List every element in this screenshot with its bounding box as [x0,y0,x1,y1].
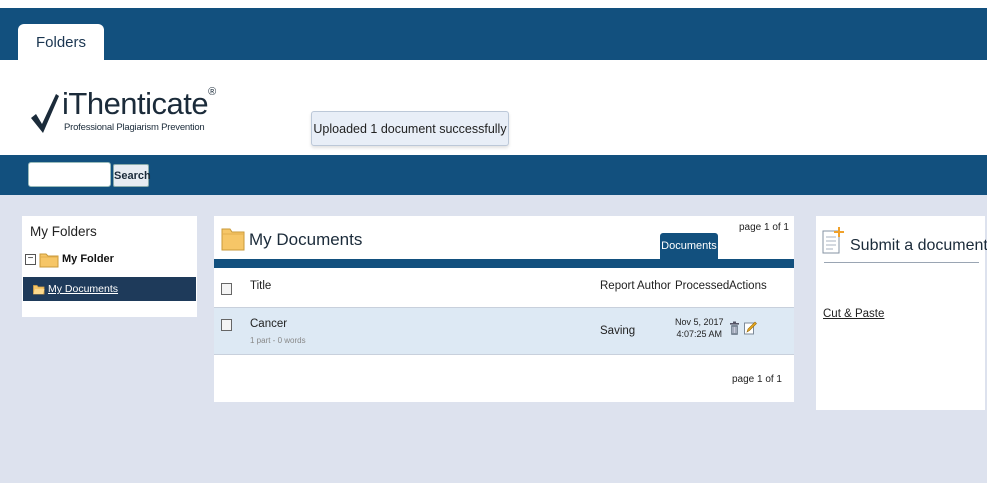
column-author[interactable]: Author [637,280,671,292]
submit-title: Submit a document [850,237,987,254]
tree-item-my-documents[interactable]: My Documents [23,277,196,301]
column-title[interactable]: Title [250,280,271,292]
submit-panel: Submit a document Cut & Paste [816,216,987,410]
document-title[interactable]: Cancer [250,318,287,330]
tree-item-my-folder[interactable]: − My Folder [25,249,114,269]
brand-tagline: Professional Plagiarism Prevention [64,122,205,133]
search-button[interactable]: Search [113,164,151,187]
tree-item-label: My Documents [48,283,119,295]
folders-panel: My Folders − My Folder My Documents [22,216,197,317]
upload-success-notice: Uploaded 1 document successfully [311,111,509,146]
checkmark-logo-icon [31,94,59,133]
processed-time: 4:07:25 AM [676,329,723,339]
folder-icon [221,228,245,251]
tab-folders[interactable]: Folders [18,24,104,61]
table-header: Title Report Author Processed Actions [214,268,794,308]
folders-title: My Folders [30,224,97,239]
pagination-top: page 1 of 1 [738,222,789,233]
column-processed[interactable]: Processed [675,280,729,292]
row-checkbox[interactable] [221,319,232,331]
folder-icon [39,253,59,267]
trash-icon[interactable] [729,321,740,336]
table-row: Cancer 1 part - 0 words Saving Nov 5, 20… [214,308,794,355]
divider [824,262,979,263]
search-bar: Search [0,155,987,195]
ithenticate-logo[interactable]: iThenticate® Professional Plagiarism Pre… [30,86,216,136]
open-folder-icon [33,284,45,294]
new-document-icon [822,227,844,254]
nav-bar [0,8,987,60]
collapse-toggle-icon[interactable]: − [25,253,36,265]
processed-date: Nov 5, 2017 [675,317,724,327]
column-actions: Actions [729,280,767,292]
pagination-bottom: page 1 of 1 [731,374,782,385]
header-rule [214,259,794,268]
document-processed: Nov 5, 2017 4:07:25 AM [675,316,724,340]
document-report-status: Saving [600,325,636,337]
select-all-checkbox[interactable] [221,283,232,295]
tree-item-label: My Folder [62,253,114,265]
brand-name: iThenticate® [62,86,216,121]
document-meta: 1 part - 0 words [250,336,306,345]
cut-paste-link[interactable]: Cut & Paste [823,308,884,320]
page-title: My Documents [249,230,363,249]
edit-icon[interactable] [744,321,757,335]
documents-panel: My Documents page 1 of 1 Documents Title… [214,216,794,402]
column-report[interactable]: Report [600,280,635,292]
search-input[interactable] [28,162,111,187]
tab-documents[interactable]: Documents [660,233,718,259]
top-band [0,0,987,8]
